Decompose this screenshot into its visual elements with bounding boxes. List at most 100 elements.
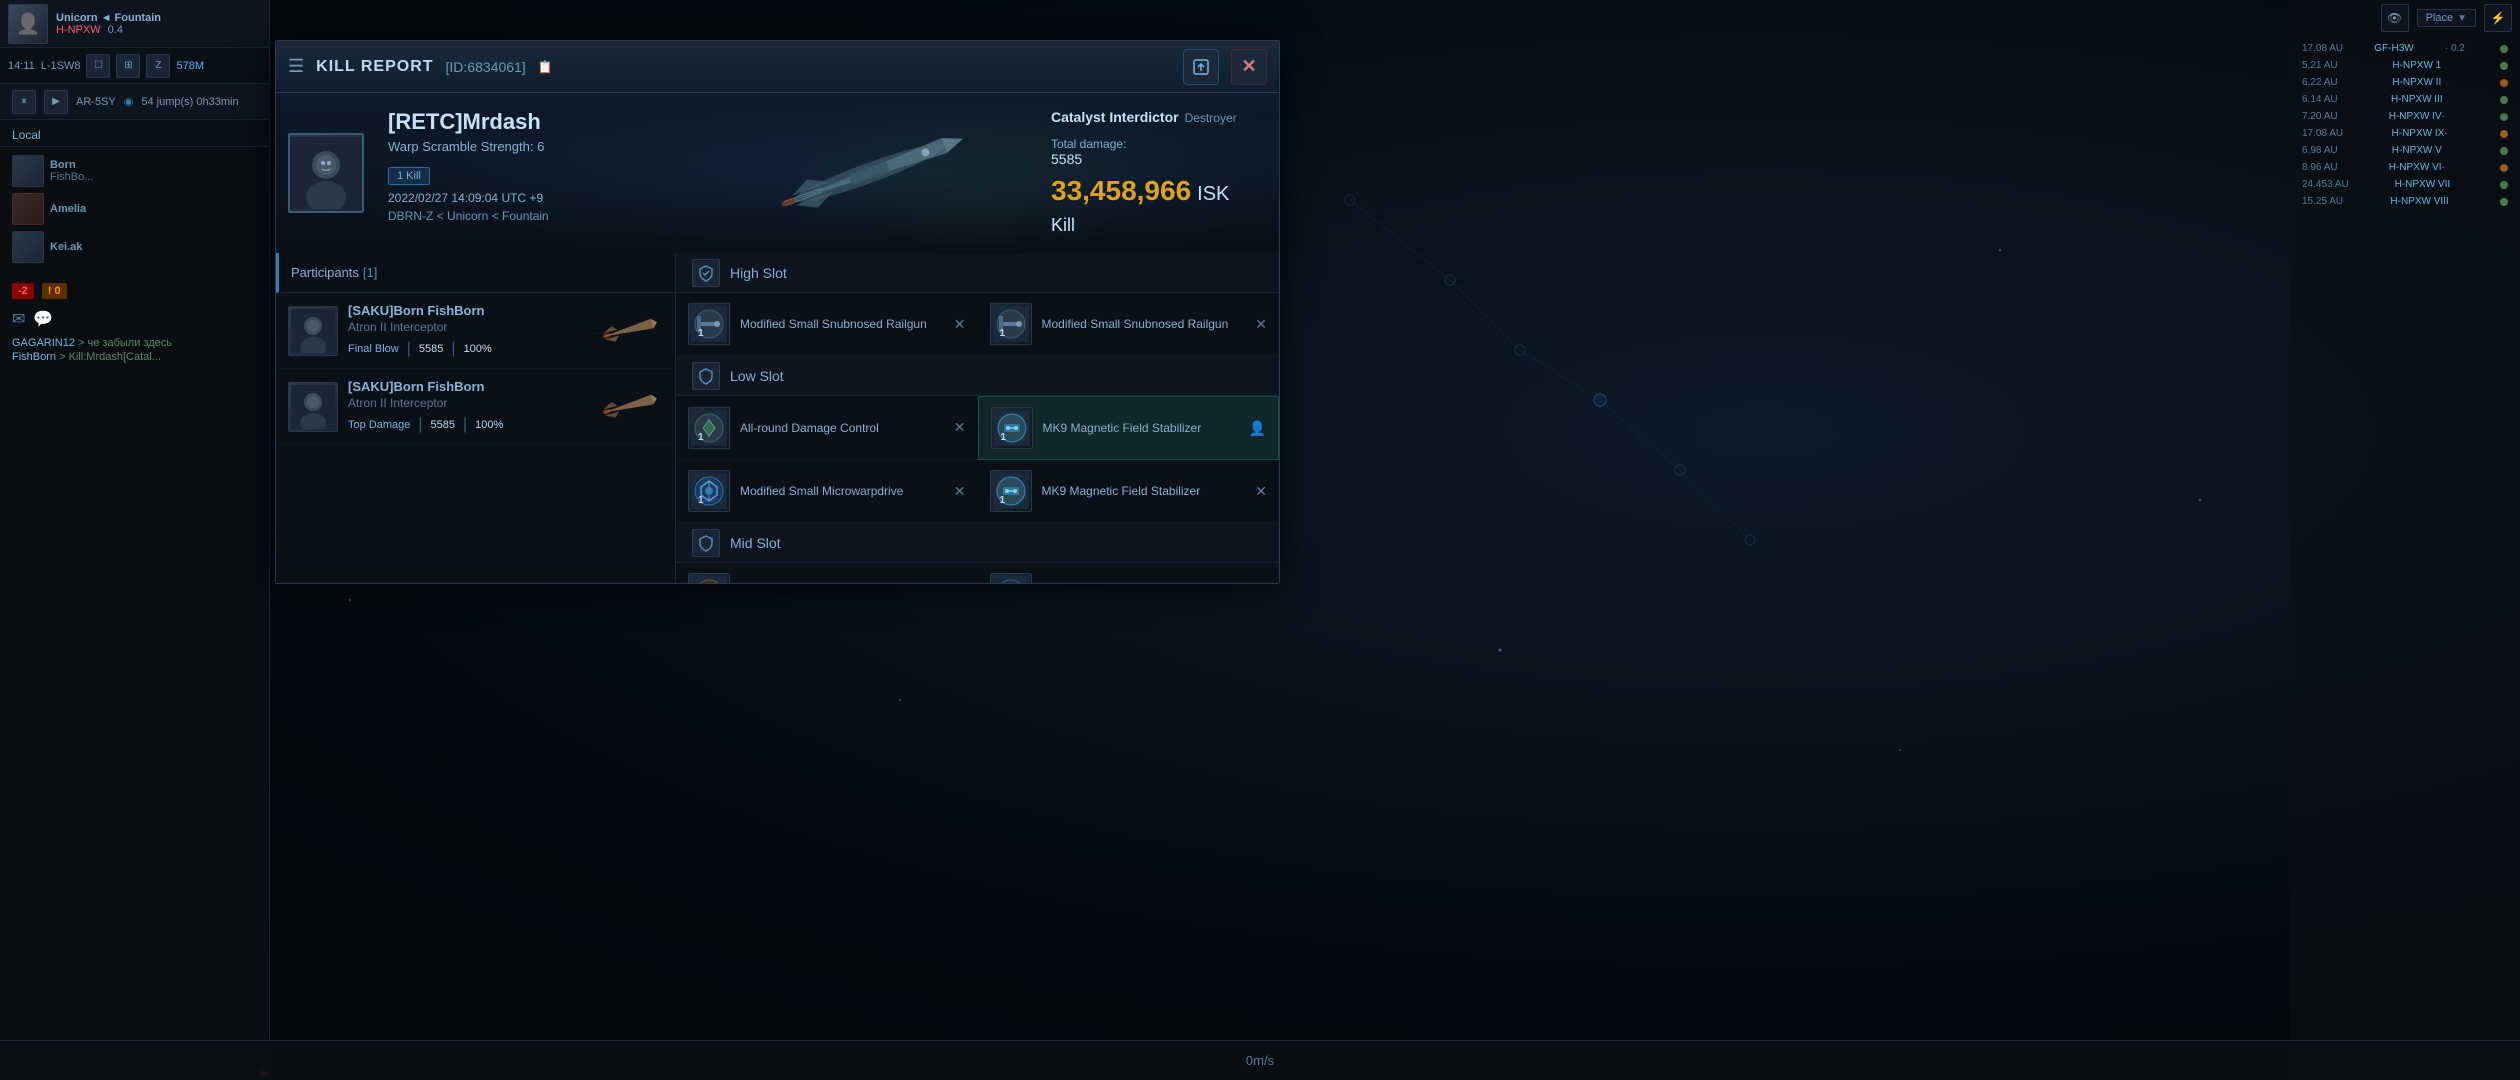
kill-report-modal: ☰ KILL REPORT [ID:6834061] 📋 ✕ (275, 40, 1280, 584)
low-slot-3-remove[interactable]: ✕ (954, 483, 966, 500)
pilot-avatar (288, 133, 364, 213)
participant-item-2[interactable]: [SAKU]Born FishBorn Atron II Interceptor… (276, 369, 675, 445)
z-button[interactable]: Z (146, 54, 170, 78)
high-slot-header: High Slot (676, 253, 1279, 293)
low-slot-4-remove[interactable]: ✕ (1255, 483, 1267, 500)
participant-1-pct: 100% (464, 343, 492, 355)
pause-btn[interactable]: ⏸ (12, 90, 36, 114)
low-slot-3-count: 1 (698, 495, 704, 506)
low-slot-item-3-icon (688, 470, 730, 512)
low-slot-1-remove[interactable]: ✕ (954, 419, 966, 436)
high-slot-item-1[interactable]: 1 Modified Small Snubnosed Railgun ✕ (676, 293, 978, 356)
mid-slot-item-2-icon (990, 573, 1032, 583)
pilot-portrait (290, 137, 362, 209)
mid-slot-header: Mid Slot (676, 523, 1279, 563)
sys-dot-7 (2500, 147, 2508, 155)
high-slot-item-2[interactable]: 1 Modified Small Snubnosed Railgun ✕ (978, 293, 1280, 356)
sys-row-8[interactable]: 8.96 AU H-NPXW VI· (2290, 159, 2520, 176)
destination-label: AR-5SY (76, 96, 116, 108)
participant-row-2[interactable]: Amelia (12, 193, 257, 225)
copy-icon[interactable]: 📋 (538, 60, 553, 74)
low-slot-2-person-icon[interactable]: 👤 (1249, 420, 1266, 437)
mid-slot-item-1[interactable]: 1 MK9 Interdiction ▼ (676, 563, 978, 583)
sys-row-5[interactable]: 7.20 AU H-NPXW IV· (2290, 108, 2520, 125)
sys-row-1[interactable]: 17.08 AU GF-H3W · 0.2 (2290, 40, 2520, 57)
sys-dot-1 (2500, 45, 2508, 53)
kill-count-badge: 1 Kill (388, 167, 430, 185)
high-slot-shield-icon (697, 264, 715, 282)
high-slot-item-1-icon (688, 303, 730, 345)
participant-name-3: Kei.ak (50, 241, 82, 253)
high-slot-item-2-icon (990, 303, 1032, 345)
participant-name-2: Amelia (50, 203, 86, 215)
close-button[interactable]: ✕ (1231, 49, 1267, 85)
player-name: Unicorn ◄ Fountain (56, 12, 261, 24)
participant-1-avatar (288, 306, 338, 356)
sys-dot-2 (2500, 62, 2508, 70)
monitor-icon[interactable]: ☐ (86, 54, 110, 78)
sidebar-actions: ✉ 💬 (0, 305, 269, 333)
sys-row-6[interactable]: 17.08 AU H-NPXW IX· (2290, 125, 2520, 142)
modal-title: KILL REPORT (316, 58, 433, 76)
filter-icon[interactable]: ⚡ (2484, 4, 2512, 32)
low-slot-1-name: All-round Damage Control (740, 421, 944, 435)
kill-id: [ID:6834061] (446, 59, 526, 75)
modal-header: ☰ KILL REPORT [ID:6834061] 📋 ✕ (276, 41, 1279, 93)
participant-2-ship-img (593, 382, 663, 432)
high-slot-2-count: 1 (1000, 328, 1006, 339)
low-slot-4-name: MK9 Magnetic Field Stabilizer (1042, 484, 1246, 498)
high-slot-1-name: Modified Small Snubnosed Railgun (740, 317, 944, 331)
autopilot-icon[interactable]: ▶ (44, 90, 68, 114)
participant-avatar-1 (12, 155, 44, 187)
chat-icon[interactable]: 💬 (33, 309, 53, 329)
export-icon (1192, 58, 1210, 76)
mail-icon[interactable]: ✉ (12, 309, 25, 329)
mid-slot-item-2[interactable]: 1 Republic Fleet Stasis (978, 563, 1280, 583)
participant-1-ship-img (593, 306, 663, 356)
sidebar-controls: 14:11 L-1SW8 ☐ ⊞ Z 578M (0, 48, 269, 84)
low-slot-item-4[interactable]: 1 MK9 Magnetic Field Stabilizer ✕ (978, 460, 1280, 523)
sys-row-10[interactable]: 15.25 AU H-NPXW VIII (2290, 193, 2520, 210)
window-icon[interactable]: ⊞ (116, 54, 140, 78)
participant-row-1[interactable]: Born FishBo... (12, 155, 257, 187)
low-slot-item-1[interactable]: 1 All-round Damage Control ✕ (676, 396, 978, 460)
kill-date: 2022/02/27 14:09:04 UTC +9 (388, 191, 1027, 205)
participant-2-name: [SAKU]Born FishBorn (348, 379, 583, 394)
menu-icon[interactable]: ☰ (288, 56, 304, 77)
participant-2-avatar (288, 382, 338, 432)
high-slot-2-name: Modified Small Snubnosed Railgun (1042, 317, 1246, 331)
participant-2-info: [SAKU]Born FishBorn Atron II Interceptor… (348, 379, 583, 434)
low-slot-item-2-icon (991, 407, 1033, 449)
export-button[interactable] (1183, 49, 1219, 85)
low-slot-item-3[interactable]: 1 Modified Small Microwarpdrive ✕ (676, 460, 978, 523)
isk-value: 33,458,966 (1051, 175, 1191, 207)
mid-slot-icon (692, 529, 720, 557)
sys-row-7[interactable]: 6.98 AU H-NPXW V (2290, 142, 2520, 159)
low-slot-2-count: 1 (1001, 432, 1007, 443)
sys-row-2[interactable]: 5.21 AU H-NPXW 1 (2290, 57, 2520, 74)
place-dropdown[interactable]: Place ▼ (2417, 9, 2476, 27)
mid-slot-item-1-icon (688, 573, 730, 583)
chat-msg-2: FishBorn > Kill:Mrdash[Catal... (12, 351, 257, 363)
right-sidebar: 👁 Place ▼ ⚡ 17.08 AU GF-H3W · 0.2 5.21 A… (2290, 0, 2520, 1080)
participants-panel: Participants [1] [SAKU]Born FishBorn Atr… (276, 253, 676, 583)
ship-type: Catalyst Interdictor (1051, 109, 1179, 125)
pilot-warp-info: Warp Scramble Strength: 6 (388, 139, 1027, 154)
participant-name-1: Born FishBo... (50, 159, 93, 183)
sys-row-3[interactable]: 6.22 AU H-NPXW II (2290, 74, 2520, 91)
sys-row-4[interactable]: 6.14 AU H-NPXW III (2290, 91, 2520, 108)
top-damage-label: Top Damage (348, 419, 410, 431)
mid-slot-shield-icon (697, 534, 715, 552)
high-slot-2-remove[interactable]: ✕ (1255, 316, 1267, 333)
sys-row-9[interactable]: 24.453 AU H-NPXW VII (2290, 176, 2520, 193)
participant-row-3[interactable]: Kei.ak (12, 231, 257, 263)
participant-item-1[interactable]: [SAKU]Born FishBorn Atron II Interceptor… (276, 293, 675, 369)
eye-icon[interactable]: 👁 (2381, 4, 2409, 32)
low-slot-2-name: MK9 Magnetic Field Stabilizer (1043, 421, 1239, 435)
time-display: 14:11 (8, 60, 35, 72)
mid-slot-items: 1 MK9 Interdiction ▼ (676, 563, 1279, 583)
local-section-title: Local (0, 120, 269, 147)
high-slot-1-remove[interactable]: ✕ (954, 316, 966, 333)
low-slot-item-2[interactable]: 1 MK9 Magnetic Field Stabilizer 👤 (978, 396, 1280, 460)
map-icon[interactable]: ◉ (124, 95, 134, 108)
